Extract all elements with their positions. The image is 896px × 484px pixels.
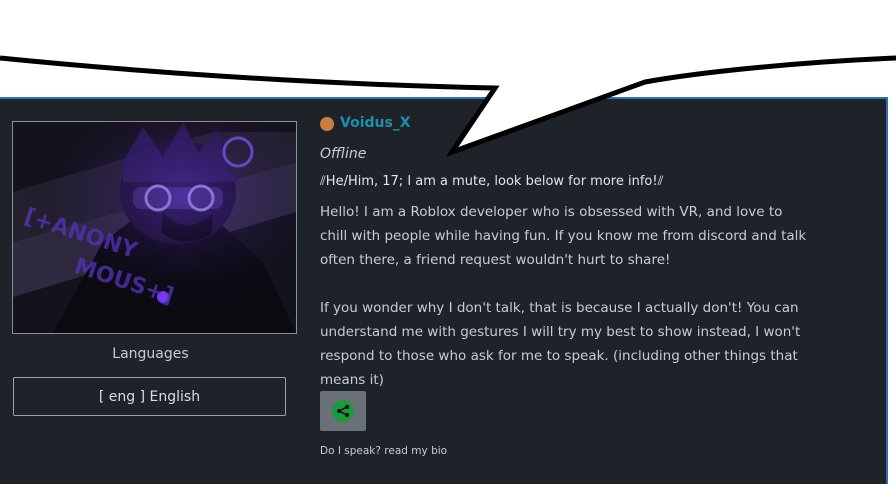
share-button[interactable] <box>320 391 366 431</box>
avatar[interactable]: [+ANONY MOUS+] <box>12 121 297 334</box>
presence-status: Offline <box>320 146 367 162</box>
language-item: [ eng ] English <box>13 377 286 416</box>
footnote-text: Do I speak? read my bio <box>320 445 448 457</box>
avatar-image: [+ANONY MOUS+] <box>13 122 296 333</box>
share-icon <box>332 400 354 422</box>
profile-bio: Hello! I am a Roblox developer who is ob… <box>320 204 807 388</box>
profile-tagline: ⫽He/Him, 17; I am a mute, look below for… <box>320 174 664 189</box>
username-link[interactable]: Voidus_X <box>340 115 411 131</box>
languages-label: Languages <box>112 346 189 362</box>
status-dot-icon <box>320 117 334 131</box>
